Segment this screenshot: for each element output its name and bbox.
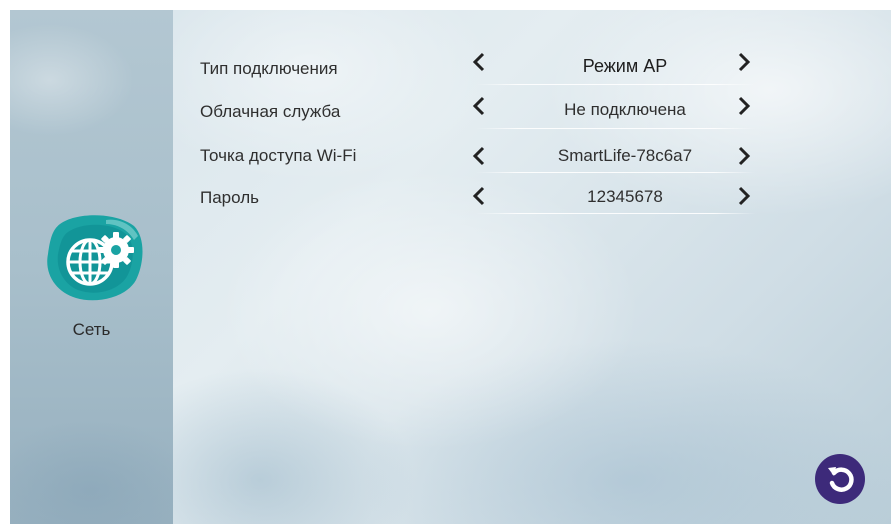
back-arrow-icon [828,467,854,492]
setting-label-wifi-hotspot: Точка доступа Wi-Fi [200,146,357,165]
chevron-right-icon[interactable] [737,52,751,72]
network-settings-icon[interactable] [46,214,146,302]
back-button[interactable] [815,454,865,504]
setting-label-cloud-service: Облачная служба [200,102,341,121]
row-divider [476,128,756,129]
chevron-left-icon[interactable] [472,52,486,72]
setting-value-wifi-hotspot: SmartLife-78c6a7 [557,146,693,165]
chevron-right-icon[interactable] [737,186,751,206]
row-divider [476,172,756,173]
setting-label-connection-type: Тип подключения [200,59,338,78]
network-settings-icon-graphic [47,215,143,301]
chevron-right-icon[interactable] [737,146,751,166]
chevron-left-icon[interactable] [472,186,486,206]
chevron-left-icon[interactable] [472,146,486,166]
setting-value-cloud-service: Не подключена [564,100,686,119]
setting-label-password: Пароль [200,188,259,207]
row-divider [476,213,756,214]
chevron-right-icon[interactable] [737,96,751,116]
screen: Сеть Тип подключения Режим AP Облачная с… [10,10,891,524]
chevron-left-icon[interactable] [472,96,486,116]
row-divider [476,84,756,85]
setting-value-password: 12345678 [587,187,663,206]
category-label: Сеть [72,320,111,339]
setting-value-connection-type: Режим AP [582,56,668,76]
sidebar: Сеть [10,10,173,524]
